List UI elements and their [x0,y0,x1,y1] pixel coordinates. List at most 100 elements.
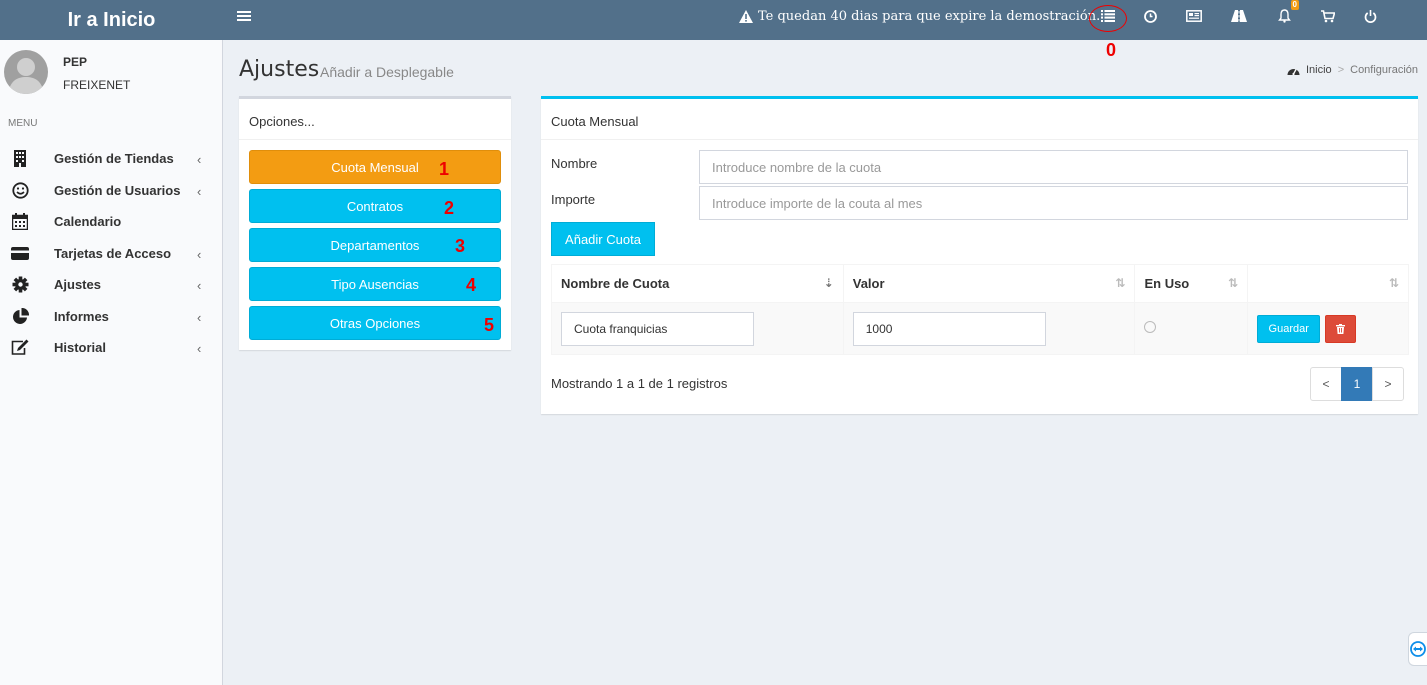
sort-icon: ⇅ [1388,276,1399,290]
table-header-row: Nombre de Cuota ⇣ Valor ⇅ En Uso ⇅ ⇅ [551,264,1409,303]
sidebar-item-label: Ajustes [54,277,101,292]
otras-opciones-button[interactable]: Otras Opciones [249,306,501,340]
importe-input[interactable] [699,186,1408,220]
header-label: Valor [852,276,885,291]
cell-actions: Guardar [1247,302,1409,355]
annotation-number-2: 2 [444,198,455,218]
header-nombre-cuota[interactable]: Nombre de Cuota ⇣ [551,264,844,303]
edit-icon [11,338,29,356]
add-cuota-button[interactable]: Añadir Cuota [551,222,655,256]
panel-title: Cuota Mensual [551,114,639,129]
nombre-label: Nombre [551,156,598,171]
calendar-icon [11,212,29,230]
pagination-page[interactable]: 1 [1341,367,1373,401]
sidebar-item-calendario[interactable]: Calendario [0,205,222,235]
home-link[interactable]: Ir a Inicio [0,0,223,40]
sidebar-item-gestion-tiendas[interactable]: Gestión de Tiendas ‹ [0,142,222,172]
teamviewer-icon [1410,641,1426,657]
breadcrumb-home-link[interactable]: Inicio [1306,64,1332,76]
guardar-button[interactable]: Guardar [1257,314,1321,343]
chevron-left-icon: ‹ [197,152,202,167]
importe-label: Importe [551,192,596,207]
pagination: < 1 > [1310,367,1404,401]
annotation-number-5: 5 [484,315,495,335]
annotation-number-1: 1 [439,159,450,179]
warning-icon [739,9,753,23]
sidebar-item-label: Informes [54,309,109,324]
pagination-next[interactable]: > [1372,367,1404,401]
sidebar: PEP FREIXENET MENU Gestión de Tiendas ‹ … [0,40,223,685]
smile-icon [11,181,29,199]
header-label: En Uso [1144,276,1190,291]
options-panel: Opciones... Cuota Mensual Contratos Depa… [239,96,511,350]
sidebar-item-informes[interactable]: Informes ‹ [0,300,222,330]
cell-valor [842,302,1136,355]
user-name: PEP [63,55,88,69]
annotation-circle [1089,5,1127,32]
cart-icon[interactable] [1318,6,1338,26]
sidebar-item-label: Gestión de Usuarios [54,183,181,198]
user-organization: FREIXENET [63,78,131,92]
cell-nombre [551,302,844,355]
header-actions[interactable]: ⇅ [1247,264,1409,303]
sidebar-item-label: Calendario [54,214,122,229]
pagination-prev[interactable]: < [1310,367,1342,401]
chevron-left-icon: ‹ [197,184,202,199]
menu-header: MENU [8,118,38,129]
sidebar-item-gestion-usuarios[interactable]: Gestión de Usuarios ‹ [0,174,222,204]
building-icon [11,149,29,167]
row-valor-input[interactable] [852,311,1046,346]
header-label: Nombre de Cuota [561,276,670,291]
en-uso-radio[interactable] [1144,321,1157,333]
avatar [4,50,48,94]
remote-support-widget[interactable] [1408,632,1427,666]
page-title: Ajustes [239,57,320,82]
sidebar-item-label: Gestión de Tiendas [54,151,174,166]
sidebar-toggle-icon[interactable] [237,9,251,23]
trash-icon [1335,323,1345,334]
table-row: Guardar [551,302,1409,355]
credit-card-icon [11,244,29,262]
chevron-left-icon: ‹ [197,310,202,325]
row-nombre-input[interactable] [561,311,754,346]
sidebar-item-tarjetas-acceso[interactable]: Tarjetas de Acceso ‹ [0,237,222,267]
annotation-number-4: 4 [466,275,477,295]
sidebar-item-ajustes[interactable]: Ajustes ‹ [0,268,222,298]
newspaper-icon[interactable] [1184,6,1204,26]
delete-button[interactable] [1324,314,1356,343]
cuota-mensual-button[interactable]: Cuota Mensual [249,150,501,184]
cell-en-uso [1134,302,1249,355]
sidebar-item-label: Historial [54,340,107,355]
gear-icon [11,275,29,293]
cuotas-table: Nombre de Cuota ⇣ Valor ⇅ En Uso ⇅ ⇅ Guarda… [551,264,1409,355]
bell-icon[interactable]: 0 [1274,0,1299,26]
page-subtitle: Añadir a Desplegable [320,64,454,80]
pie-chart-icon [11,307,29,325]
power-icon[interactable] [1360,6,1380,26]
table-info: Mostrando 1 a 1 de 1 registros [551,376,728,391]
sort-icon: ⇅ [1115,276,1126,290]
breadcrumb-separator: > [1337,64,1345,76]
header-valor[interactable]: Valor ⇅ [842,264,1136,303]
demo-expiry-warning: Te quedan 40 dias para que expire la dem… [739,0,1100,32]
tipo-ausencias-button[interactable]: Tipo Ausencias [249,267,501,301]
contratos-button[interactable]: Contratos [249,189,501,223]
divider [239,139,511,140]
divider [541,139,1418,140]
chevron-left-icon: ‹ [197,278,202,293]
road-icon[interactable] [1229,6,1249,26]
annotation-number-0: 0 [1106,40,1117,60]
sort-asc-icon: ⇣ [823,276,834,290]
clock-icon[interactable] [1140,6,1160,26]
header-en-uso[interactable]: En Uso ⇅ [1134,264,1249,303]
chevron-left-icon: ‹ [197,341,202,356]
warning-text: Te quedan 40 dias para que expire la dem… [758,8,1101,24]
notification-badge: 0 [1290,0,1299,10]
annotation-number-3: 3 [455,236,466,256]
top-navbar: Ir a Inicio Te quedan 40 dias para que e… [0,0,1427,40]
breadcrumb-current: Configuración [1350,64,1418,76]
dashboard-icon [1287,68,1300,75]
nombre-input[interactable] [699,150,1408,184]
cuota-mensual-panel: Cuota Mensual Nombre Importe Añadir Cuot… [541,96,1418,414]
sidebar-item-historial[interactable]: Historial ‹ [0,331,222,361]
